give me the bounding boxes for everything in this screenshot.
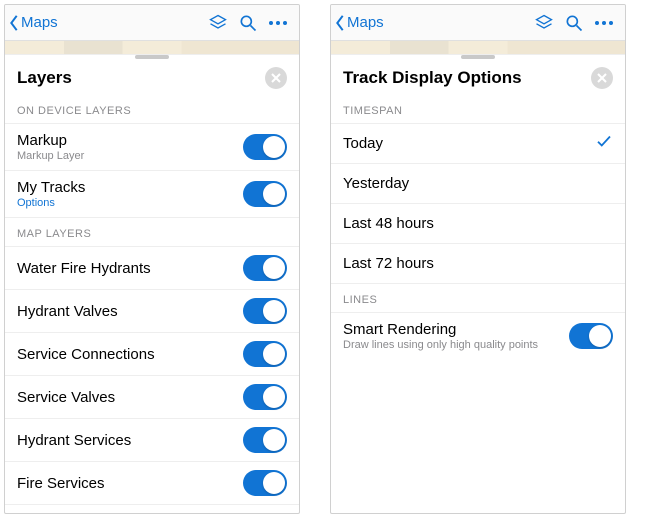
row-title: Smart Rendering — [343, 321, 538, 338]
back-button[interactable]: Maps — [333, 14, 384, 32]
toggle[interactable] — [243, 298, 287, 324]
sheet-title: Layers — [17, 68, 72, 88]
close-button[interactable] — [591, 67, 613, 89]
section-map-layers: MAP LAYERS — [5, 217, 299, 246]
checkmark-icon — [595, 132, 613, 155]
timespan-option-yesterday[interactable]: Yesterday — [331, 163, 625, 203]
close-button[interactable] — [265, 67, 287, 89]
toggle[interactable] — [243, 470, 287, 496]
row-title: Water Fire Hydrants — [17, 260, 151, 277]
row-title: Last 48 hours — [343, 215, 434, 232]
row-title: Markup — [17, 132, 84, 149]
back-button[interactable]: Maps — [7, 14, 58, 32]
map-preview — [331, 41, 625, 55]
section-timespan: TIMESPAN — [331, 101, 625, 123]
navbar: Maps — [5, 5, 299, 41]
close-icon — [597, 73, 607, 83]
sheet-header: Layers — [5, 55, 299, 101]
row-title: Hydrant Valves — [17, 303, 118, 320]
layer-row[interactable]: Water Fire Hydrants — [5, 246, 299, 289]
smart-rendering-row[interactable]: Smart Rendering Draw lines using only hi… — [331, 312, 625, 359]
layers-icon[interactable] — [203, 8, 233, 38]
layer-row[interactable]: Service Valves — [5, 375, 299, 418]
toggle[interactable] — [243, 384, 287, 410]
layers-panel: Maps Layers ON DEVICE LAYERS Markup Mark… — [4, 4, 300, 514]
back-label: Maps — [347, 14, 384, 31]
chevron-left-icon — [7, 14, 21, 32]
row-title: My Tracks — [17, 179, 85, 196]
sheet-title: Track Display Options — [343, 68, 522, 88]
more-icon[interactable] — [589, 8, 619, 38]
row-title: Today — [343, 135, 383, 152]
row-subtitle: Markup Layer — [17, 150, 84, 162]
toggle[interactable] — [243, 255, 287, 281]
row-title: Service Connections — [17, 346, 155, 363]
more-icon[interactable] — [263, 8, 293, 38]
navbar: Maps — [331, 5, 625, 41]
layer-row[interactable]: Fire Services — [5, 461, 299, 504]
map-preview — [5, 41, 299, 55]
row-title: Last 72 hours — [343, 255, 434, 272]
timespan-option-72h[interactable]: Last 72 hours — [331, 243, 625, 283]
layer-row[interactable]: Service Connections — [5, 332, 299, 375]
row-title: Yesterday — [343, 175, 409, 192]
sheet-header: Track Display Options — [331, 55, 625, 101]
layer-row[interactable]: Hydrant Valves — [5, 289, 299, 332]
search-icon[interactable] — [233, 8, 263, 38]
toggle-mytracks[interactable] — [243, 181, 287, 207]
row-subtitle: Draw lines using only high quality point… — [343, 339, 538, 351]
layers-icon[interactable] — [529, 8, 559, 38]
layer-row-markup[interactable]: Markup Markup Layer — [5, 123, 299, 170]
toggle-markup[interactable] — [243, 134, 287, 160]
toggle[interactable] — [243, 427, 287, 453]
toggle[interactable] — [243, 341, 287, 367]
timespan-option-48h[interactable]: Last 48 hours — [331, 203, 625, 243]
row-title: Fire Services — [17, 475, 105, 492]
section-device-layers: ON DEVICE LAYERS — [5, 101, 299, 123]
layer-row-mytracks[interactable]: My Tracks Options — [5, 170, 299, 217]
row-title: Service Valves — [17, 389, 115, 406]
close-icon — [271, 73, 281, 83]
timespan-option-today[interactable]: Today — [331, 123, 625, 163]
row-title: Hydrant Services — [17, 432, 131, 449]
toggle-smart-rendering[interactable] — [569, 323, 613, 349]
back-label: Maps — [21, 14, 58, 31]
search-icon[interactable] — [559, 8, 589, 38]
section-lines: LINES — [331, 283, 625, 312]
track-options-panel: Maps Track Display Options TIMESPAN Toda… — [330, 4, 626, 514]
layer-row[interactable]: Commercial Services — [5, 504, 299, 513]
chevron-left-icon — [333, 14, 347, 32]
row-options-link[interactable]: Options — [17, 197, 85, 209]
layer-row[interactable]: Hydrant Services — [5, 418, 299, 461]
